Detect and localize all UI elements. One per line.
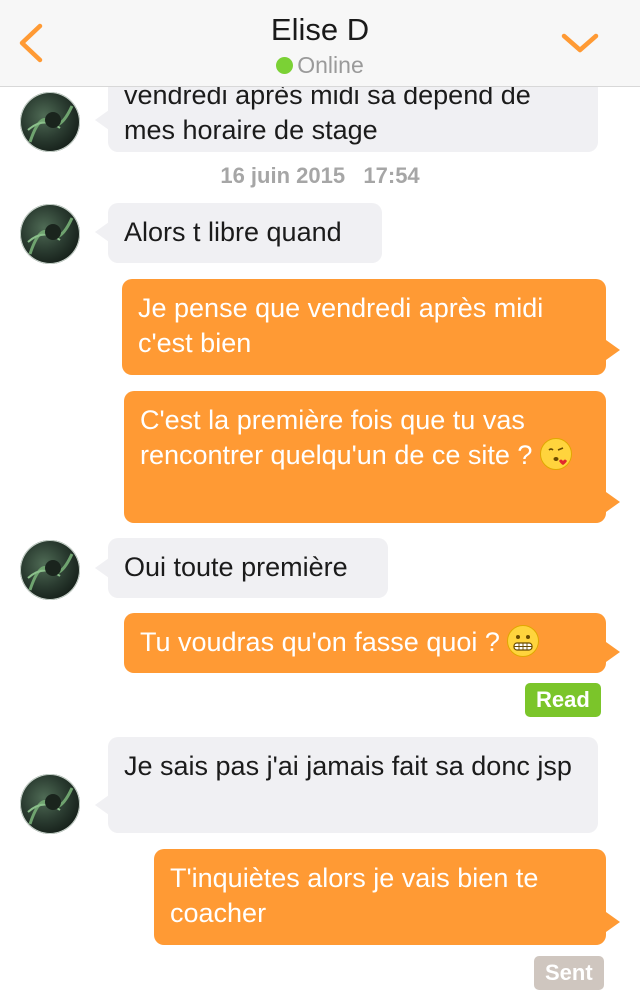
contact-name[interactable]: Elise D bbox=[0, 12, 640, 48]
grimacing-emoji-icon bbox=[507, 625, 540, 657]
incoming-message-bubble[interactable]: Alors t libre quand bbox=[108, 203, 382, 263]
outgoing-message-bubble[interactable]: C'est la première fois que tu vas rencon… bbox=[124, 391, 606, 523]
read-receipt-badge: Read bbox=[525, 683, 601, 717]
chat-header: Elise D Online bbox=[0, 0, 640, 87]
contact-avatar[interactable] bbox=[20, 92, 80, 152]
outgoing-message-bubble[interactable]: T'inquiètes alors je vais bien te coache… bbox=[154, 849, 606, 945]
outgoing-message-bubble[interactable]: Je pense que vendredi après midi c'est b… bbox=[122, 279, 606, 375]
message-thread[interactable]: vendredi après midi sa depend de mes hor… bbox=[0, 0, 640, 1004]
online-status: Online bbox=[0, 52, 640, 79]
online-dot-icon bbox=[276, 57, 294, 74]
contact-avatar[interactable] bbox=[20, 204, 80, 264]
outgoing-message-bubble[interactable]: Tu voudras qu'on fasse quoi ? bbox=[124, 613, 606, 673]
contact-avatar[interactable] bbox=[20, 774, 80, 834]
options-button[interactable] bbox=[560, 28, 600, 58]
contact-avatar[interactable] bbox=[20, 540, 80, 600]
chevron-down-icon bbox=[561, 33, 599, 53]
message-timestamp: 16 juin 2015 17:54 bbox=[220, 163, 420, 188]
incoming-message-bubble[interactable]: Je sais pas j'ai jamais fait sa donc jsp bbox=[108, 737, 598, 833]
incoming-message-bubble[interactable]: Oui toute première bbox=[108, 538, 388, 598]
kissing-heart-emoji-icon bbox=[539, 438, 572, 470]
sent-receipt-badge: Sent bbox=[534, 956, 604, 990]
